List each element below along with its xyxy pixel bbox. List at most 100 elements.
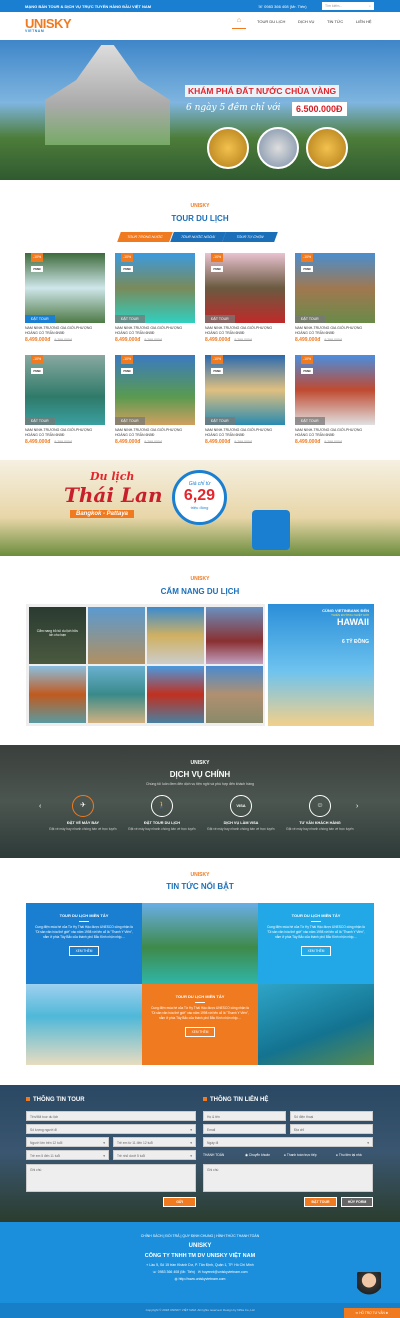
home-icon[interactable]: ⌂ [232, 17, 246, 29]
child1-select[interactable]: Trẻ em từ 11 đến 12 tuổi [113, 1137, 196, 1147]
hero-slider[interactable]: KHÁM PHÁ ĐẤT NƯỚC CHÙA VÀNG 6 ngày 5 đêm… [0, 40, 400, 180]
service-desc: Đặt vé máy bay nhanh chóng bán vé trực t… [49, 827, 117, 831]
tour-name[interactable]: NAM NINH-TRƯƠNG GIA GIỚI-PHƯỢNG HOÀNG CỔ… [115, 428, 195, 438]
count-select[interactable]: Số lượng người đi [26, 1124, 196, 1134]
book-tour-button[interactable]: ĐẶT TOUR [25, 417, 55, 425]
guide-image[interactable] [206, 607, 263, 664]
submit-button[interactable]: GỬI [163, 1197, 196, 1207]
book-tour-button[interactable]: ĐẶT TOUR [304, 1197, 337, 1207]
tour-name[interactable]: NAM NINH-TRƯƠNG GIA GIỚI-PHƯỢNG HOÀNG CỔ… [25, 326, 105, 336]
read-more-button[interactable]: XEM THÊM [68, 946, 100, 956]
nav-news[interactable]: TIN TỨC [327, 19, 343, 24]
read-more-button[interactable]: XEM THÊM [300, 946, 332, 956]
tour-card[interactable]: -10% 7N6Đ ĐẶT TOUR NAM NINH-TRƯƠNG GIA G… [205, 355, 285, 451]
banner-line1: Du lịch [90, 470, 135, 483]
note-textarea[interactable]: Ghi chú [26, 1164, 196, 1192]
tour-name[interactable]: NAM NINH-TRƯƠNG GIA GIỚI-PHƯỢNG HOÀNG CỔ… [205, 326, 285, 336]
news-title[interactable]: TOUR DU LỊCH MIỀN TÂY [34, 913, 134, 918]
child2-select[interactable]: Trẻ em 5 đến 11 tuổi [26, 1150, 109, 1160]
news-title[interactable]: TOUR DU LỊCH MIỀN TÂY [266, 913, 366, 918]
tour-image[interactable]: -10% 7N6Đ ĐẶT TOUR [205, 253, 285, 323]
tour-card[interactable]: -10% 7N6Đ ĐẶT TOUR NAM NINH-TRƯƠNG GIA G… [295, 355, 375, 451]
child3-select[interactable]: Trẻ nhỏ dưới 5 tuổi [113, 1150, 196, 1160]
service-item[interactable]: 🚶 ĐẶT TOUR DU LỊCH Đặt vé máy bay nhanh … [122, 795, 202, 832]
tour-image[interactable]: -10% 7N6Đ ĐẶT TOUR [115, 253, 195, 323]
service-item[interactable]: ☺ TƯ VẤN KHÁCH HÀNG Đặt vé máy bay nhanh… [280, 795, 360, 832]
tour-card[interactable]: -10% 7N6Đ ĐẶT TOUR NAM NINH-TRƯƠNG GIA G… [115, 355, 195, 451]
footer-link[interactable]: HÌNH THỨC THANH TOÁN [216, 1234, 259, 1238]
support-chat-button[interactable]: ✉ HỖ TRỢ TƯ VẤN ✚ [344, 1308, 400, 1318]
old-price: 9.299.000đ [234, 338, 252, 342]
phone-input[interactable]: Số điện thoại [290, 1111, 373, 1121]
nav-tour[interactable]: TOUR DU LỊCH [257, 19, 285, 24]
guide-image[interactable] [147, 666, 204, 723]
email-input[interactable]: Email [203, 1124, 286, 1134]
guide-image[interactable] [88, 607, 145, 664]
name-input[interactable]: Họ & tên [203, 1111, 286, 1121]
payment-radio-transfer[interactable]: ◉ Chuyển khoản [245, 1153, 270, 1157]
adult-select[interactable]: Người lớn trên 12 tuổi [26, 1137, 109, 1147]
book-tour-button[interactable]: ĐẶT TOUR [205, 315, 235, 323]
guide-image[interactable] [206, 666, 263, 723]
book-tour-button[interactable]: ĐẶT TOUR [115, 417, 145, 425]
guide-image[interactable] [147, 607, 204, 664]
tour-name[interactable]: NAM NINH-TRƯƠNG GIA GIỚI-PHƯỢNG HOÀNG CỔ… [115, 326, 195, 336]
tour-card[interactable]: -10% 7N6Đ ĐẶT TOUR NAM NINH-TRƯƠNG GIA G… [205, 253, 285, 349]
tour-image[interactable]: -10% 7N6Đ ĐẶT TOUR [25, 355, 105, 425]
tour-name[interactable]: NAM NINH-TRƯƠNG GIA GIỚI-PHƯỢNG HOÀNG CỔ… [295, 428, 375, 438]
service-item[interactable]: ✈ ĐẶT VÉ MÁY BAY Đặt vé máy bay nhanh ch… [43, 795, 123, 832]
tour-name[interactable]: NAM NINH-TRƯƠNG GIA GIỚI-PHƯỢNG HOÀNG CỔ… [25, 428, 105, 438]
read-more-button[interactable]: XEM THÊM [184, 1027, 216, 1037]
tour-image[interactable]: -10% 7N6Đ ĐẶT TOUR [205, 355, 285, 425]
news-card[interactable]: TOUR DU LỊCH MIỀN TÂY Cung điện mùa hè c… [258, 903, 374, 984]
tab-custom[interactable]: TOUR TỰ CHỌN [222, 232, 278, 242]
news-title[interactable]: TOUR DU LỊCH MIỀN TÂY [150, 994, 250, 999]
tour-card[interactable]: -10% 7N6Đ ĐẶT TOUR NAM NINH-TRƯƠNG GIA G… [295, 253, 375, 349]
service-icon: VISA [230, 795, 252, 817]
hawaii-ad[interactable]: CÙNG VIETINBANK ĐẾN THIÊN ĐƯỜNG NHIỆT ĐỚ… [268, 604, 374, 726]
tour-card[interactable]: -10% 7N6Đ ĐẶT TOUR NAM NINH-TRƯƠNG GIA G… [115, 253, 195, 349]
tour-image[interactable]: -10% 7N6Đ ĐẶT TOUR [25, 253, 105, 323]
discount-badge: -10% [301, 253, 314, 262]
footer-link[interactable]: QUY ĐỊNH CHUNG [182, 1234, 213, 1238]
prev-arrow-icon[interactable]: ‹ [39, 803, 41, 810]
book-tour-button[interactable]: ĐẶT TOUR [295, 417, 325, 425]
tour-name-input[interactable]: Tên/Mã tour du lịch [26, 1111, 196, 1121]
news-card[interactable]: TOUR DU LỊCH MIỀN TÂY Cung điện mùa hè c… [26, 903, 142, 984]
book-tour-button[interactable]: ĐẶT TOUR [115, 315, 145, 323]
date-select[interactable]: Ngày đi [203, 1137, 373, 1147]
book-tour-button[interactable]: ĐẶT TOUR [205, 417, 235, 425]
logo[interactable]: UNISKY VIETNAM [25, 16, 72, 33]
guide-image[interactable] [29, 666, 86, 723]
pagoda-image [207, 127, 249, 169]
payment-radio-direct[interactable]: ● Thanh toán trực tiếp [284, 1153, 317, 1157]
payment-radio-home[interactable]: ● Thu tiền tại nhà [336, 1153, 362, 1157]
tour-price: 8.499.000đ 9.299.000đ [25, 337, 72, 343]
tour-card[interactable]: -10% 7N6Đ ĐẶT TOUR NAM NINH-TRƯƠNG GIA G… [25, 253, 105, 349]
book-tour-button[interactable]: ĐẶT TOUR [25, 315, 55, 323]
contact-note-textarea[interactable]: Ghi chú [203, 1164, 373, 1192]
tour-price: 8.499.000đ 9.299.000đ [205, 337, 252, 343]
news-card[interactable]: TOUR DU LỊCH MIỀN TÂY Cung điện mùa hè c… [142, 984, 258, 1065]
form-heading: THÔNG TIN TOUR [26, 1097, 85, 1103]
tour-name[interactable]: NAM NINH-TRƯƠNG GIA GIỚI-PHƯỢNG HOÀNG CỔ… [205, 428, 285, 438]
book-tour-button[interactable]: ĐẶT TOUR [295, 315, 325, 323]
service-item[interactable]: VISA DỊCH VỤ LÀM VISA Đặt vé máy bay nha… [201, 795, 281, 832]
tour-name[interactable]: NAM NINH-TRƯƠNG GIA GIỚI-PHƯỢNG HOÀNG CỔ… [295, 326, 375, 336]
tour-image[interactable]: -10% 7N6Đ ĐẶT TOUR [115, 355, 195, 425]
search-icon[interactable]: ⌕ [369, 4, 371, 8]
reset-form-button[interactable]: HỦY FORM [341, 1197, 373, 1207]
guide-image[interactable]: Cẩm nang bỏ túi du lịch hữu ích cho bạn [29, 607, 86, 664]
search-input[interactable]: Tìm kiếm... ⌕ [322, 2, 374, 10]
tab-domestic[interactable]: TOUR TRONG NƯỚC [117, 232, 173, 242]
guide-image[interactable] [88, 666, 145, 723]
tab-international[interactable]: TOUR NƯỚC NGOÀI [170, 232, 226, 242]
tour-image[interactable]: -10% 7N6Đ ĐẶT TOUR [295, 253, 375, 323]
address-input[interactable]: Địa chỉ [290, 1124, 373, 1134]
nav-services[interactable]: DỊCH VỤ [298, 19, 314, 24]
tour-card[interactable]: -10% 7N6Đ ĐẶT TOUR NAM NINH-TRƯƠNG GIA G… [25, 355, 105, 451]
footer-link[interactable]: ĐỔI TRẢ [165, 1234, 179, 1238]
footer-link[interactable]: CHÍNH SÁCH [141, 1234, 163, 1238]
nav-contact[interactable]: LIÊN HỆ [356, 19, 372, 24]
tour-image[interactable]: -10% 7N6Đ ĐẶT TOUR [295, 355, 375, 425]
